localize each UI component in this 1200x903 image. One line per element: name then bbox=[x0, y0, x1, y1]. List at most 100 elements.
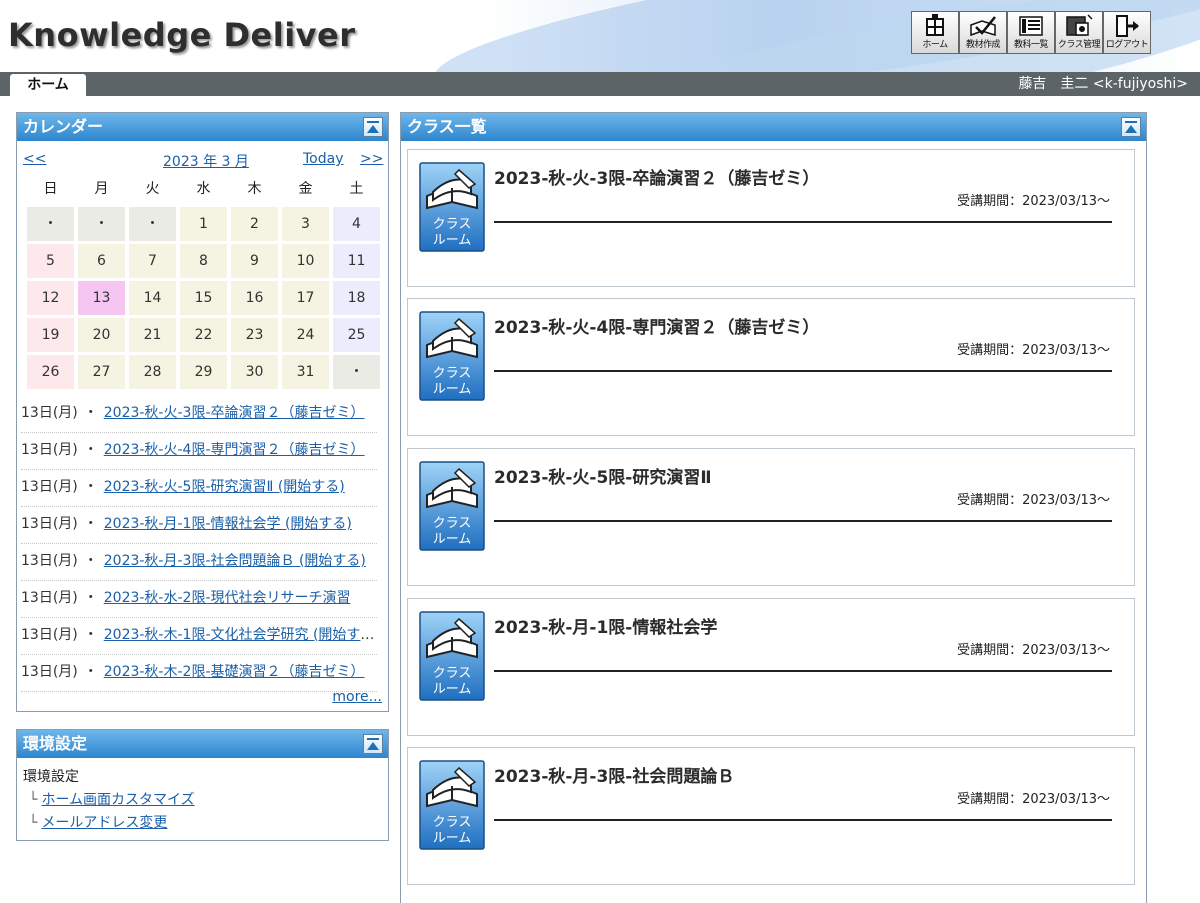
calendar-event-list: 13日(月) ・ 2023-秋-火-3限-卒論演習２（藤吉ゼミ） 13日(月) ・ 202… bbox=[21, 396, 377, 692]
weekday-label: 木 bbox=[247, 181, 262, 197]
class-period: 受講期間：2023/03/13〜 bbox=[957, 792, 1110, 807]
calendar-day[interactable]: 24 bbox=[282, 318, 329, 352]
divider bbox=[494, 221, 1112, 223]
collapse-icon[interactable] bbox=[363, 117, 383, 137]
calendar-day[interactable]: 14 bbox=[129, 281, 176, 315]
calendar-day[interactable]: 21 bbox=[129, 318, 176, 352]
calendar-day[interactable]: 25 bbox=[333, 318, 380, 352]
class-period: 受講期間：2023/03/13〜 bbox=[957, 343, 1110, 358]
calendar-day[interactable]: 4 bbox=[333, 207, 380, 241]
class-title-link[interactable]: 2023-秋-火-3限-卒論演習２（藤吉ゼミ） bbox=[494, 164, 819, 189]
classroom-icon[interactable]: クラスルーム bbox=[419, 760, 485, 850]
calendar-day[interactable]: 11 bbox=[333, 244, 380, 278]
event-separator: ・ bbox=[83, 664, 98, 680]
calendar-event: 13日(月) ・ 2023-秋-木-2限-基礎演習２（藤吉ゼミ） bbox=[21, 655, 377, 692]
toolbar-create-material-button[interactable]: 教材作成 bbox=[959, 11, 1007, 54]
calendar-day[interactable]: 29 bbox=[180, 355, 227, 389]
class-management-icon bbox=[1066, 14, 1093, 36]
calendar-day[interactable]: 2 bbox=[231, 207, 278, 241]
calendar-day: ・ bbox=[333, 355, 380, 389]
collapse-icon[interactable] bbox=[363, 734, 383, 754]
class-title-link[interactable]: 2023-秋-月-1限-情報社会学 bbox=[494, 613, 717, 638]
tab-home[interactable]: ホーム bbox=[10, 74, 86, 96]
weekday-label: 土 bbox=[349, 181, 364, 197]
calendar-day[interactable]: 18 bbox=[333, 281, 380, 315]
tab-bar: ホーム 藤吉 圭二 <k-fujiyoshi> bbox=[0, 72, 1200, 96]
calendar-day[interactable]: 20 bbox=[78, 318, 125, 352]
class-card: クラス ルーム 2023-秋-火-5限-研究演習Ⅱ 受講期間：2023/03/13〜 bbox=[407, 448, 1135, 586]
event-link[interactable]: 2023-秋-木-2限-基礎演習２（藤吉ゼミ） bbox=[104, 664, 365, 680]
customize-home-link[interactable]: ホーム画面カスタマイズ bbox=[41, 792, 194, 808]
calendar-event: 13日(月) ・ 2023-秋-火-5限-研究演習Ⅱ (開始する) bbox=[21, 470, 377, 507]
settings-heading: 環境設定 bbox=[23, 769, 79, 785]
change-email-link[interactable]: メールアドレス変更 bbox=[41, 815, 167, 831]
classroom-icon-text: ルーム bbox=[433, 682, 472, 697]
class-title-link[interactable]: 2023-秋-火-4限-専門演習２（藤吉ゼミ） bbox=[494, 313, 819, 338]
calendar-event: 13日(月) ・ 2023-秋-火-4限-専門演習２（藤吉ゼミ） bbox=[21, 433, 377, 470]
calendar-day[interactable]: 1 bbox=[180, 207, 227, 241]
calendar-day[interactable]: 28 bbox=[129, 355, 176, 389]
event-link[interactable]: 2023-秋-月-3限-社会問題論Ｂ (開始する) bbox=[104, 553, 366, 569]
event-link[interactable]: 2023-秋-火-4限-専門演習２（藤吉ゼミ） bbox=[104, 442, 365, 458]
calendar-day[interactable]: 27 bbox=[78, 355, 125, 389]
event-link[interactable]: 2023-秋-木-1限-文化社会学研究 (開始する) bbox=[104, 627, 377, 643]
classroom-icon[interactable]: クラスルーム bbox=[419, 311, 485, 401]
prev-month-link[interactable]: << bbox=[23, 151, 46, 167]
calendar-event: 13日(月) ・ 2023-秋-木-1限-文化社会学研究 (開始する) bbox=[21, 618, 377, 655]
calendar-day[interactable]: 17 bbox=[282, 281, 329, 315]
calendar-day[interactable]: 6 bbox=[78, 244, 125, 278]
calendar-day-today[interactable]: 13 bbox=[78, 281, 125, 315]
toolbar-home-button[interactable]: ホーム bbox=[911, 11, 959, 54]
event-link[interactable]: 2023-秋-火-5限-研究演習Ⅱ (開始する) bbox=[104, 479, 345, 495]
subject-list-icon bbox=[1019, 16, 1043, 36]
divider bbox=[494, 819, 1112, 821]
class-title-link[interactable]: 2023-秋-火-5限-研究演習Ⅱ bbox=[494, 463, 712, 488]
event-date: 13日(月) bbox=[21, 627, 78, 643]
calendar-day[interactable]: 15 bbox=[180, 281, 227, 315]
calendar-day[interactable]: 30 bbox=[231, 355, 278, 389]
calendar-day[interactable]: 8 bbox=[180, 244, 227, 278]
event-separator: ・ bbox=[83, 590, 98, 606]
calendar-day[interactable]: 12 bbox=[27, 281, 74, 315]
event-link[interactable]: 2023-秋-水-2限-現代社会リサーチ演習 bbox=[104, 590, 351, 606]
next-month-link[interactable]: >> bbox=[360, 151, 383, 167]
class-card: クラス ルーム 2023-秋-月-1限-情報社会学受講期間：2023/03/13〜 bbox=[407, 598, 1135, 736]
event-separator: ・ bbox=[83, 553, 98, 569]
calendar-day[interactable]: 22 bbox=[180, 318, 227, 352]
more-events-link[interactable]: more... bbox=[332, 689, 382, 705]
logout-icon bbox=[1116, 15, 1139, 37]
class-period: 受講期間：2023/03/13〜 bbox=[957, 493, 1110, 508]
today-link[interactable]: Today bbox=[303, 151, 344, 167]
toolbar-home-label: ホーム bbox=[922, 40, 948, 50]
calendar-day[interactable]: 19 bbox=[27, 318, 74, 352]
class-title-link[interactable]: 2023-秋-月-3限-社会問題論Ｂ bbox=[494, 762, 734, 787]
calendar-day[interactable]: 5 bbox=[27, 244, 74, 278]
toolbar-subject-list-button[interactable]: 教科一覧 bbox=[1007, 11, 1055, 54]
app-logo: Knowledge Deliver bbox=[8, 16, 356, 54]
weekday-header: 日 月 火 水 木 金 土 bbox=[25, 175, 382, 207]
calendar-day: ・ bbox=[129, 207, 176, 241]
calendar-day[interactable]: 31 bbox=[282, 355, 329, 389]
calendar-day[interactable]: 23 bbox=[231, 318, 278, 352]
calendar-day[interactable]: 7 bbox=[129, 244, 176, 278]
event-separator: ・ bbox=[83, 479, 98, 495]
classroom-icon[interactable]: クラスルーム bbox=[419, 162, 485, 252]
classroom-icon-text: クラス bbox=[433, 366, 472, 381]
calendar-day[interactable]: 3 bbox=[282, 207, 329, 241]
classroom-icon[interactable]: クラスルーム bbox=[419, 611, 485, 701]
event-link[interactable]: 2023-秋-火-3限-卒論演習２（藤吉ゼミ） bbox=[104, 405, 365, 421]
calendar-day[interactable]: 16 bbox=[231, 281, 278, 315]
event-link[interactable]: 2023-秋-月-1限-情報社会学 (開始する) bbox=[104, 516, 352, 532]
calendar-day[interactable]: 10 bbox=[282, 244, 329, 278]
collapse-icon[interactable] bbox=[1121, 117, 1141, 137]
class-period: 受講期間：2023/03/13〜 bbox=[957, 643, 1110, 658]
toolbar-logout-button[interactable]: ログアウト bbox=[1103, 11, 1151, 54]
tree-branch-icon: └ bbox=[29, 815, 38, 831]
calendar-day[interactable]: 26 bbox=[27, 355, 74, 389]
calendar-day[interactable]: 9 bbox=[231, 244, 278, 278]
toolbar-class-management-button[interactable]: クラス管理 bbox=[1055, 11, 1103, 54]
classroom-icon-text: クラス bbox=[433, 666, 472, 681]
current-month-link[interactable]: 2023 年 3 月 bbox=[163, 151, 249, 171]
classroom-icon-text: ルーム bbox=[433, 382, 472, 397]
classroom-icon[interactable]: クラスルーム bbox=[419, 461, 485, 551]
